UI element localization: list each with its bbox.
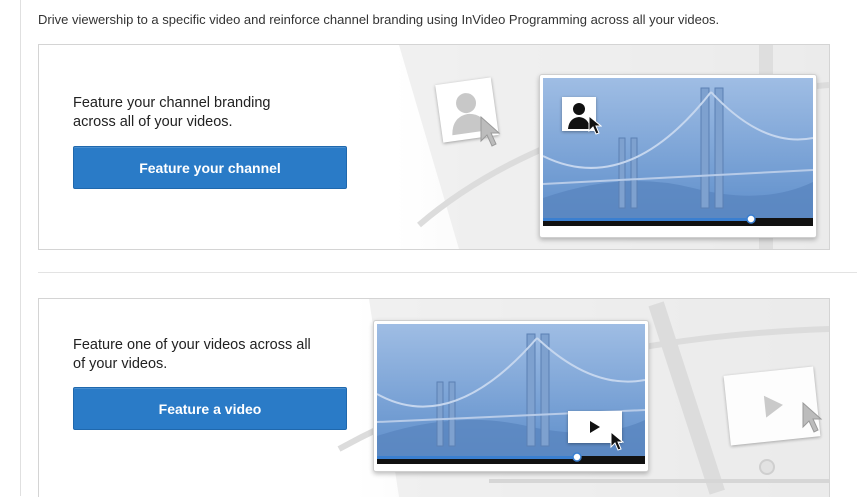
cursor-icon <box>588 115 602 135</box>
channel-player-preview <box>539 74 817 238</box>
section-divider <box>38 272 857 273</box>
feature-channel-card: Feature your channel branding across all… <box>38 44 830 250</box>
feature-video-card: Feature one of your videos across all of… <box>38 298 830 497</box>
bridge-illustration <box>377 324 645 464</box>
cursor-icon <box>480 115 501 147</box>
video-player-preview <box>373 320 649 472</box>
intro-text: Drive viewership to a specific video and… <box>38 12 720 27</box>
cursor-icon <box>802 401 823 433</box>
feature-video-button[interactable]: Feature a video <box>73 387 347 430</box>
video-description: Feature one of your videos across all of… <box>73 337 311 372</box>
feature-channel-button[interactable]: Feature your channel <box>73 146 347 189</box>
channel-description: Feature your channel branding across all… <box>73 95 271 130</box>
cursor-icon <box>610 431 624 451</box>
